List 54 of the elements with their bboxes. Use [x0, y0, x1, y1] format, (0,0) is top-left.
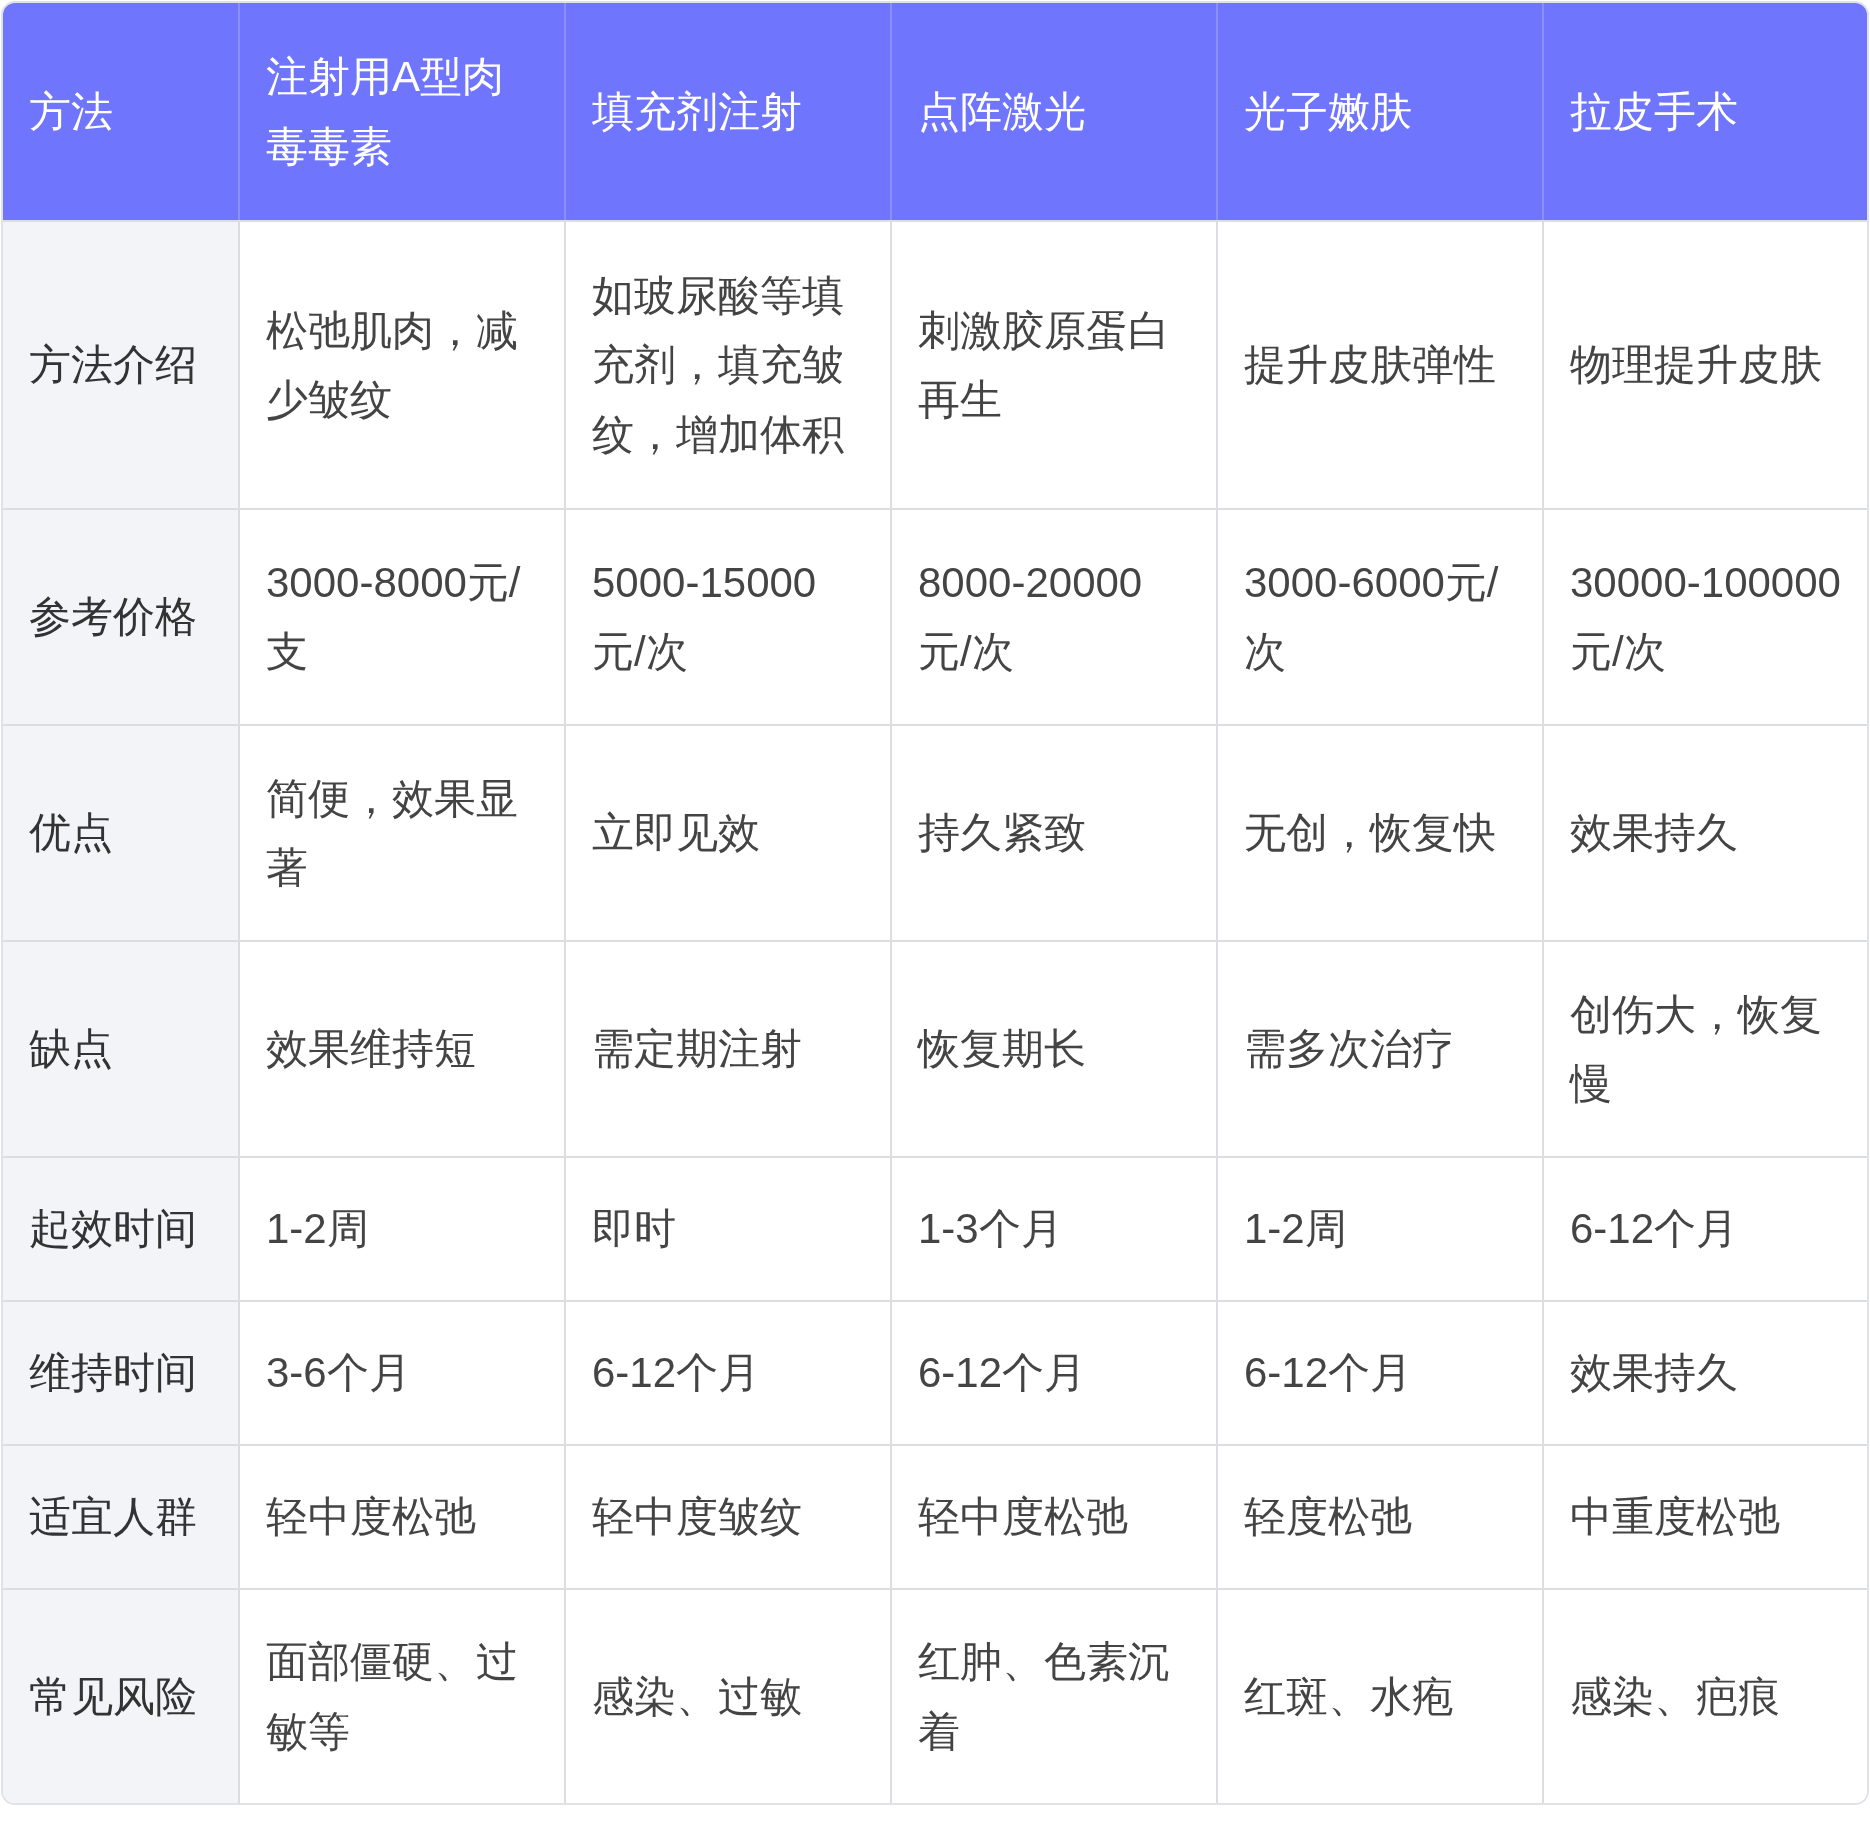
table-cell: 立即见效 — [565, 725, 891, 941]
table-cell: 轻度松弛 — [1217, 1445, 1543, 1589]
table-cell: 需多次治疗 — [1217, 941, 1543, 1157]
table-cell: 6-12个月 — [565, 1301, 891, 1445]
column-header: 填充剂注射 — [565, 3, 891, 221]
table-cell: 面部僵硬、过敏等 — [239, 1589, 565, 1803]
table-cell: 3000-8000元/支 — [239, 509, 565, 725]
row-header: 方法介绍 — [3, 221, 239, 509]
table-cell: 感染、过敏 — [565, 1589, 891, 1803]
table-cell: 松弛肌肉，减少皱纹 — [239, 221, 565, 509]
column-header: 光子嫩肤 — [1217, 3, 1543, 221]
table-cell: 持久紧致 — [891, 725, 1217, 941]
table-cell: 提升皮肤弹性 — [1217, 221, 1543, 509]
row-header: 维持时间 — [3, 1301, 239, 1445]
column-header: 注射用A型肉毒毒素 — [239, 3, 565, 221]
table-cell: 3-6个月 — [239, 1301, 565, 1445]
table-cell: 轻中度松弛 — [891, 1445, 1217, 1589]
table-cell: 6-12个月 — [891, 1301, 1217, 1445]
table-cell: 效果维持短 — [239, 941, 565, 1157]
row-header: 缺点 — [3, 941, 239, 1157]
column-header: 拉皮手术 — [1543, 3, 1867, 221]
table-cell: 红斑、水疱 — [1217, 1589, 1543, 1803]
column-header: 点阵激光 — [891, 3, 1217, 221]
table-cell: 红肿、色素沉着 — [891, 1589, 1217, 1803]
table-cell: 刺激胶原蛋白再生 — [891, 221, 1217, 509]
table-cell: 无创，恢复快 — [1217, 725, 1543, 941]
table-cell: 如玻尿酸等填充剂，填充皱纹，增加体积 — [565, 221, 891, 509]
table-cell: 6-12个月 — [1543, 1157, 1867, 1301]
table-cell: 中重度松弛 — [1543, 1445, 1867, 1589]
table-cell: 8000-20000元/次 — [891, 509, 1217, 725]
table-cell: 30000-100000元/次 — [1543, 509, 1867, 725]
table-cell: 5000-15000元/次 — [565, 509, 891, 725]
row-header: 起效时间 — [3, 1157, 239, 1301]
table-cell: 即时 — [565, 1157, 891, 1301]
table-cell: 需定期注射 — [565, 941, 891, 1157]
row-header: 适宜人群 — [3, 1445, 239, 1589]
table-cell: 1-2周 — [1217, 1157, 1543, 1301]
row-header: 参考价格 — [3, 509, 239, 725]
table-cell: 物理提升皮肤 — [1543, 221, 1867, 509]
table-cell: 6-12个月 — [1217, 1301, 1543, 1445]
table-cell: 效果持久 — [1543, 1301, 1867, 1445]
table-cell: 轻中度松弛 — [239, 1445, 565, 1589]
table-cell: 1-2周 — [239, 1157, 565, 1301]
row-header: 常见风险 — [3, 1589, 239, 1803]
table-cell: 恢复期长 — [891, 941, 1217, 1157]
row-header: 优点 — [3, 725, 239, 941]
table-cell: 简便，效果显著 — [239, 725, 565, 941]
table-cell: 创伤大，恢复慢 — [1543, 941, 1867, 1157]
table-cell: 效果持久 — [1543, 725, 1867, 941]
table-cell: 轻中度皱纹 — [565, 1445, 891, 1589]
table-cell: 3000-6000元/次 — [1217, 509, 1543, 725]
table-cell: 1-3个月 — [891, 1157, 1217, 1301]
column-header: 方法 — [3, 3, 239, 221]
table-cell: 感染、疤痕 — [1543, 1589, 1867, 1803]
